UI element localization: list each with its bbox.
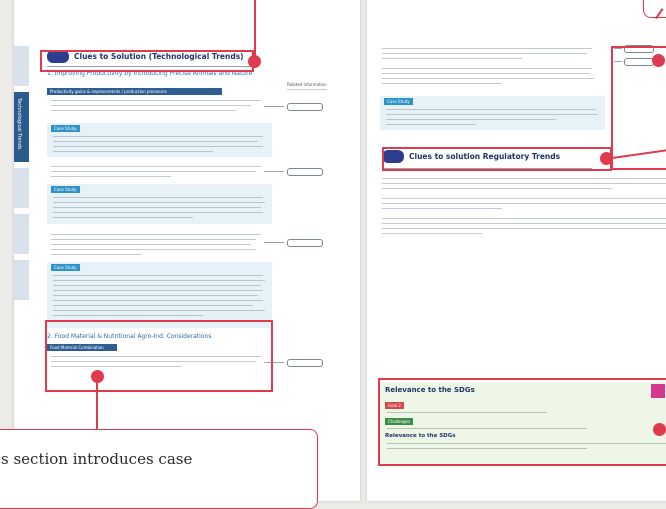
reference-pill-link bbox=[264, 171, 284, 172]
case-study-tag: Case Study bbox=[51, 186, 80, 193]
text-line bbox=[382, 178, 666, 180]
connector-line bbox=[254, 0, 256, 58]
reference-pill-link bbox=[264, 242, 284, 243]
side-tab-3[interactable] bbox=[14, 168, 29, 208]
case-study-box-highlighted: Case Study bbox=[47, 262, 272, 328]
text-line bbox=[51, 239, 256, 241]
side-heading-line bbox=[287, 89, 327, 91]
annotation-dot bbox=[91, 370, 104, 383]
text-line bbox=[386, 119, 556, 121]
side-tab-technological[interactable]: Technological Trends bbox=[14, 92, 29, 162]
text-line bbox=[53, 305, 253, 307]
subtopic-bar-1: Productivity gains & improvements / prod… bbox=[47, 88, 222, 95]
side-tab-5[interactable] bbox=[14, 260, 29, 300]
text-line bbox=[51, 234, 261, 236]
annotation-dot bbox=[248, 55, 261, 68]
text-line bbox=[53, 141, 258, 143]
annotation-dot bbox=[600, 152, 613, 165]
side-heading: Related Information bbox=[287, 82, 327, 87]
text-line bbox=[53, 310, 265, 312]
text-line bbox=[51, 254, 141, 256]
text-line bbox=[51, 110, 236, 112]
text-line bbox=[53, 300, 263, 302]
text-line bbox=[51, 166, 261, 168]
text-line bbox=[53, 217, 193, 219]
text-line bbox=[53, 285, 261, 287]
highlight-case-study bbox=[45, 320, 273, 392]
case-study-box-right: Case Study bbox=[380, 96, 605, 130]
callout-box-bottom-left: s section introduces case bbox=[0, 429, 318, 509]
text-line bbox=[382, 183, 666, 185]
text-line bbox=[386, 109, 596, 111]
reference-pill-1[interactable] bbox=[287, 103, 323, 111]
case-study-tag: Case Study bbox=[51, 125, 80, 132]
text-line bbox=[382, 223, 666, 225]
callout-text: s section introduces case bbox=[1, 450, 193, 468]
text-line bbox=[382, 233, 482, 235]
side-tab-4[interactable] bbox=[14, 214, 29, 254]
text-line bbox=[53, 280, 265, 282]
text-line bbox=[51, 105, 251, 107]
text-line bbox=[382, 198, 666, 200]
case-study-tag: Case Study bbox=[51, 264, 80, 271]
text-line bbox=[382, 78, 594, 80]
text-line bbox=[51, 176, 171, 178]
case-study-box-1: Case Study bbox=[47, 123, 272, 157]
text-line bbox=[382, 188, 612, 190]
text-line bbox=[382, 53, 587, 55]
text-line bbox=[53, 207, 261, 209]
text-line bbox=[53, 315, 203, 317]
reference-pill-link bbox=[264, 106, 284, 107]
case-study-box-2: Case Study bbox=[47, 184, 272, 224]
highlight-regulatory-title bbox=[382, 147, 612, 171]
highlight-sdg-box bbox=[378, 378, 666, 466]
text-line bbox=[53, 275, 263, 277]
text-line bbox=[53, 136, 263, 138]
text-line bbox=[386, 114, 598, 116]
text-line bbox=[53, 151, 213, 153]
highlight-section-title bbox=[40, 50, 254, 72]
text-line bbox=[382, 228, 666, 230]
text-line bbox=[382, 218, 666, 220]
text-line bbox=[51, 100, 261, 102]
text-line bbox=[382, 208, 502, 210]
text-line bbox=[382, 68, 592, 70]
text-line bbox=[51, 249, 256, 251]
text-line bbox=[51, 171, 256, 173]
text-line bbox=[53, 202, 265, 204]
text-line bbox=[382, 48, 592, 50]
case-study-tag: Case Study bbox=[384, 98, 413, 105]
side-tab-technological-label: Technological Trends bbox=[16, 98, 22, 150]
text-line bbox=[53, 212, 263, 214]
reference-pill-4[interactable] bbox=[287, 359, 323, 367]
text-line bbox=[51, 244, 251, 246]
connector-line bbox=[96, 383, 98, 431]
annotation-dot bbox=[653, 423, 666, 436]
reference-pill-3[interactable] bbox=[287, 239, 323, 247]
left-page: Technological Trends Clues to Solution (… bbox=[14, 0, 360, 501]
text-line bbox=[382, 73, 590, 75]
text-line bbox=[53, 197, 263, 199]
text-line bbox=[382, 203, 666, 205]
text-line bbox=[53, 295, 258, 297]
text-line bbox=[53, 146, 263, 148]
reference-pill-2[interactable] bbox=[287, 168, 323, 176]
annotation-dot bbox=[652, 54, 665, 67]
text-line bbox=[386, 124, 476, 126]
text-line bbox=[382, 58, 522, 60]
side-tab-1[interactable] bbox=[14, 46, 29, 86]
text-line bbox=[382, 83, 502, 85]
text-line bbox=[53, 290, 263, 292]
